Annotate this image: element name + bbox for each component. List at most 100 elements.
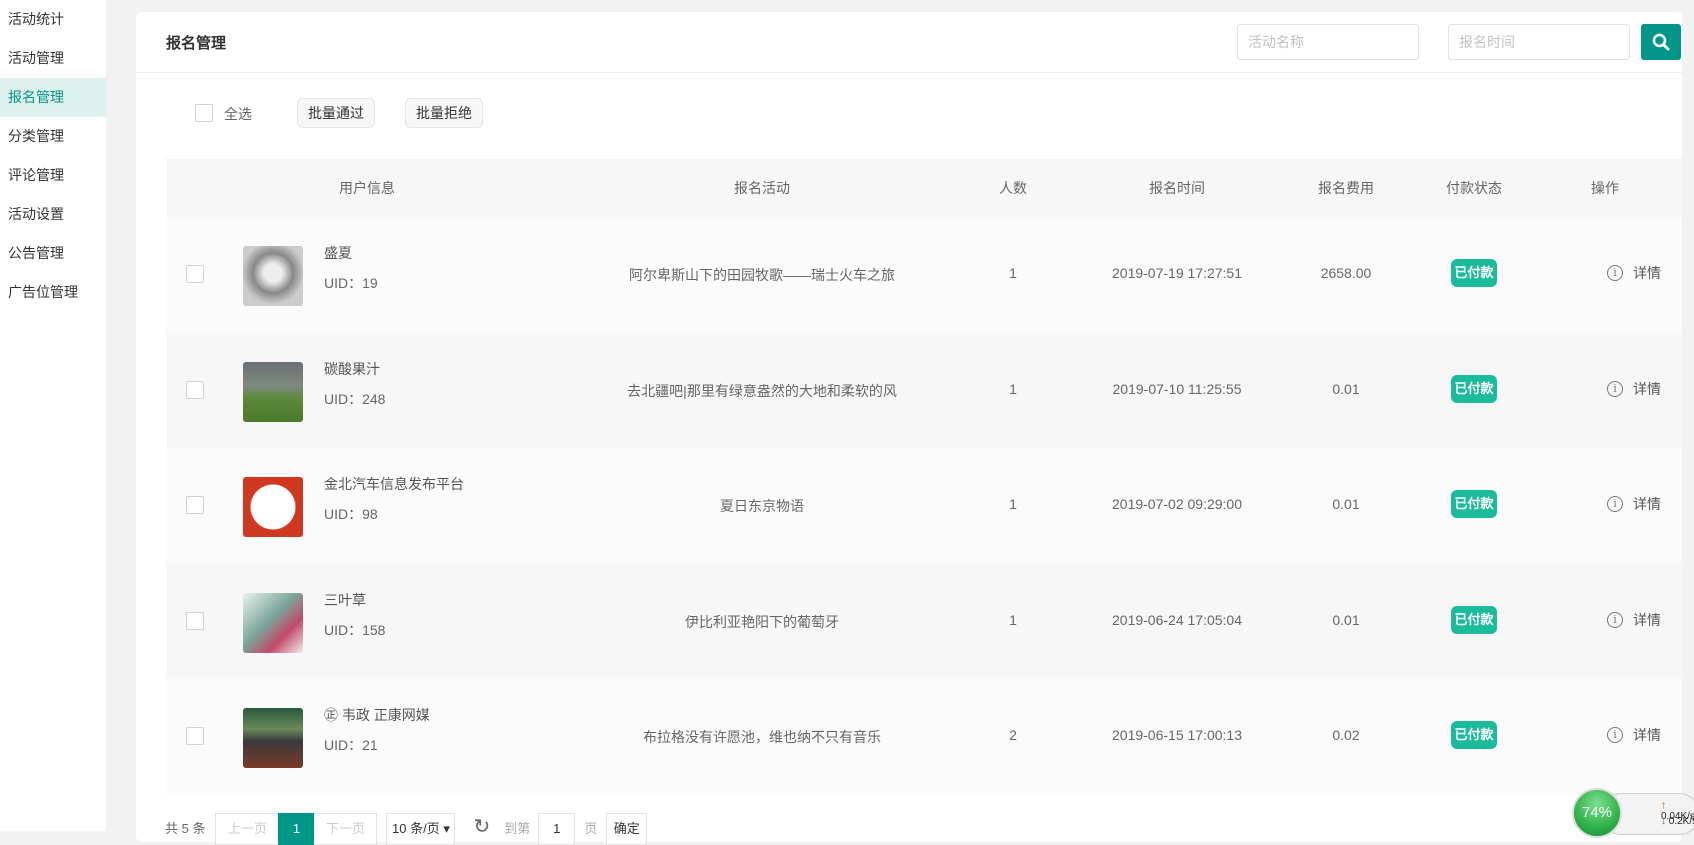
page-title: 报名管理 [166,35,227,52]
row-checkbox[interactable] [186,727,204,745]
batch-approve-button[interactable]: 批量通过 [297,98,375,128]
user-name: 金北汽车信息发布平台 [324,476,464,492]
upload-arrow-icon: ↑ [1661,800,1666,811]
details-button[interactable]: i 详情 [1607,379,1661,399]
table-header: 用户信息 报名活动 人数 报名时间 报名费用 付款状态 操作 [166,158,1682,217]
col-activity: 报名活动 [734,180,790,196]
registration-fee: 0.01 [1332,496,1360,512]
info-icon: i [1607,727,1623,743]
sidebar-item-ads[interactable]: 广告位管理 [0,273,106,312]
participant-count: 2 [1009,727,1017,743]
select-all-checkbox[interactable] [195,104,213,122]
registration-fee: 0.01 [1332,380,1360,397]
user-avatar [243,708,303,768]
registration-fee: 0.02 [1332,727,1360,743]
details-label: 详情 [1633,727,1661,743]
user-name: 碳酸果汁 [324,360,380,377]
sidebar-item-announcements[interactable]: 公告管理 [0,234,106,273]
table-row: 三叶草 UID：158 伊比利亚艳阳下的葡萄牙 1 2019-06-24 17:… [166,563,1682,679]
activity-name: 伊比利亚艳阳下的葡萄牙 [685,613,839,630]
details-label: 详情 [1633,496,1661,512]
participant-count: 1 [1009,611,1017,628]
col-count: 人数 [999,180,1027,196]
status-badge: 已付款 [1451,490,1497,518]
status-badge: 已付款 [1451,259,1497,287]
registration-time: 2019-07-10 11:25:55 [1112,380,1242,397]
row-checkbox[interactable] [186,611,204,630]
goto-page-input[interactable]: 1 [538,813,576,845]
registration-time: 2019-07-02 09:29:00 [1112,496,1242,512]
row-checkbox[interactable] [186,496,204,514]
participant-count: 1 [1009,380,1017,397]
goto-suffix: 页 [584,821,598,836]
user-name: 盛夏 [324,245,352,261]
prev-page-button[interactable]: 上一页 [215,813,279,845]
sidebar-item-comments[interactable]: 评论管理 [0,156,106,195]
col-fee: 报名费用 [1318,180,1374,196]
participant-count: 1 [1009,496,1017,512]
user-uid: UID：158 [324,621,386,638]
details-button[interactable]: i 详情 [1607,494,1661,514]
user-uid: UID：19 [324,275,378,291]
download-speed: 0.2K/s [1668,816,1694,827]
page-1-button[interactable]: 1 [278,813,315,845]
table-row: 金北汽车信息发布平台 UID：98 夏日东京物语 1 2019-07-02 09… [166,448,1682,564]
sidebar-item-categories[interactable]: 分类管理 [0,117,106,156]
sidebar-item-settings[interactable]: 活动设置 [0,195,106,234]
user-avatar [243,592,303,653]
registration-time: 2019-06-24 17:05:04 [1112,611,1242,628]
info-icon: i [1607,496,1623,512]
user-avatar [243,477,303,537]
user-avatar [243,361,303,422]
details-button[interactable]: i 详情 [1607,725,1661,745]
status-badge: 已付款 [1451,721,1497,749]
pagination: 共 5 条 上一页 1 下一页 10 条/页 ▾ ↻ 到第 1 页 确定 [165,813,648,845]
user-uid: UID：21 [324,737,378,753]
details-label: 详情 [1633,265,1661,281]
page-size-select[interactable]: 10 条/页 ▾ [386,813,456,845]
main-card: 报名管理 全选 批量通过 批量拒绝 用户信息 报名活动 人数 报名时间 报名费用… [136,12,1682,842]
details-label: 详情 [1633,611,1661,628]
registration-fee: 2658.00 [1320,265,1372,281]
activity-name-input[interactable] [1237,24,1419,60]
sidebar-item-registrations[interactable]: 报名管理 [0,78,106,117]
table-row: 盛夏 UID：19 阿尔卑斯山下的田园牧歌——瑞士火车之旅 1 2019-07-… [166,217,1682,333]
page-size-value: 10 条/页 [392,821,440,836]
activity-name: 布拉格没有许愿池，维也纳不只有音乐 [643,729,881,745]
details-button[interactable]: i 详情 [1607,610,1661,630]
next-page-button[interactable]: 下一页 [314,813,378,845]
info-icon: i [1607,611,1623,628]
user-avatar [243,246,303,306]
user-uid: UID：248 [324,390,386,407]
table-row: 碳酸果汁 UID：248 去北疆吧|那里有绿意盎然的大地和柔软的风 1 2019… [166,332,1682,448]
row-checkbox[interactable] [186,380,204,399]
table-body: 盛夏 UID：19 阿尔卑斯山下的田园牧歌——瑞士火车之旅 1 2019-07-… [166,217,1682,795]
refresh-icon[interactable]: ↻ [473,813,490,841]
user-name: 三叶草 [324,591,366,608]
sidebar: 活动统计 活动管理 报名管理 分类管理 评论管理 活动设置 公告管理 广告位管理 [0,0,106,831]
goto-confirm-button[interactable]: 确定 [606,813,648,845]
info-icon: i [1607,265,1623,281]
user-uid: UID：98 [324,506,378,522]
sidebar-item-stats[interactable]: 活动统计 [0,0,106,39]
details-button[interactable]: i 详情 [1607,263,1661,283]
info-icon: i [1607,380,1623,397]
registrations-table: 用户信息 报名活动 人数 报名时间 报名费用 付款状态 操作 盛夏 UID：19… [166,158,1682,795]
registration-time: 2019-06-15 17:00:13 [1112,727,1242,743]
goto-prefix: 到第 [504,821,531,836]
batch-reject-button[interactable]: 批量拒绝 [405,98,483,128]
participant-count: 1 [1009,265,1017,281]
activity-name: 夏日东京物语 [720,498,804,514]
select-all-label: 全选 [224,106,252,122]
sidebar-item-activities[interactable]: 活动管理 [0,39,106,78]
table-row: ㊣ 韦政 正康网媒 UID：21 布拉格没有许愿池，维也纳不只有音乐 2 201… [166,679,1682,795]
row-checkbox[interactable] [186,265,204,283]
toolbar: 全选 批量通过 批量拒绝 [136,98,1682,128]
registration-time-input[interactable] [1448,24,1630,60]
activity-name: 去北疆吧|那里有绿意盎然的大地和柔软的风 [627,382,897,399]
card-header: 报名管理 [136,12,1682,73]
col-status: 付款状态 [1446,180,1502,196]
download-arrow-icon: ↓ [1661,816,1666,827]
search-button[interactable] [1641,24,1681,60]
details-label: 详情 [1633,380,1661,397]
